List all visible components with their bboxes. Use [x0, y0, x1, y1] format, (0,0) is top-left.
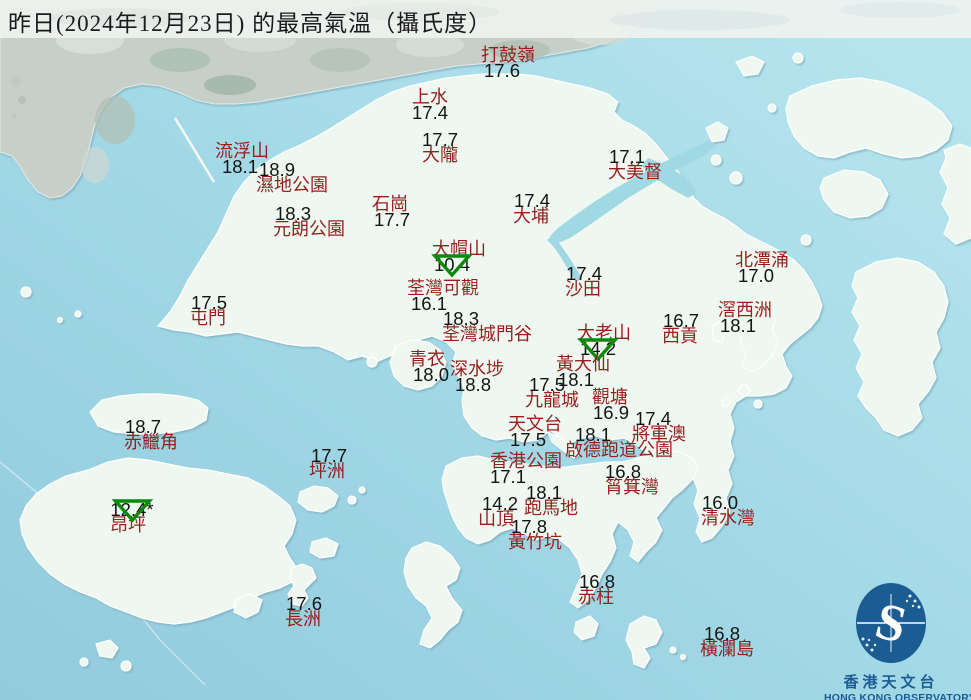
station: 石崗 17.7: [372, 195, 411, 230]
station: 16.7 西貢: [662, 310, 700, 345]
station-value: 17.1: [608, 146, 645, 167]
logo-name-zh: 香港天文台: [843, 675, 939, 691]
station: 17.4 沙田: [565, 263, 603, 298]
station-value: 18.7: [124, 416, 161, 437]
station-value: 16.7: [662, 310, 700, 331]
station-name: 大隴: [421, 145, 458, 165]
station-value: 17.0: [737, 265, 774, 286]
station: 荃灣可觀 16.1: [407, 279, 479, 313]
station: 18.3 元朗公園: [273, 204, 345, 238]
station-value: 18.1: [719, 315, 756, 336]
station-value: 17.7: [373, 209, 411, 230]
station-value: 16.8: [578, 571, 616, 592]
station-value: 18.3: [442, 308, 479, 329]
station: 大老山 14.2: [577, 324, 631, 362]
hko-max-temperature-map: 昨日(2024年12月23日) 的最高氣溫（攝氏度） 打鼓嶺 17.6 上水 17.4…: [0, 0, 971, 700]
station: 北潭涌 17.0: [735, 251, 789, 285]
station-value: 17.4: [411, 102, 449, 123]
station: 17.6 長洲: [285, 593, 323, 628]
station: 17.5 屯門: [190, 292, 228, 327]
station: 17.5 九龍城: [525, 375, 579, 409]
station-value: 17.4: [513, 190, 551, 211]
station-value: 14.2: [481, 493, 519, 514]
station-value: 17.4: [565, 263, 603, 284]
station: 打鼓嶺 17.6: [481, 46, 535, 80]
station: 16.0 清水灣: [701, 493, 755, 527]
station: 17.8 黃竹坑: [508, 517, 562, 551]
station: 青衣 18.0: [409, 350, 449, 384]
station-value: 17.4: [634, 408, 671, 429]
station-value: 18.1: [574, 424, 611, 445]
station: 17.4 大埔: [513, 190, 551, 225]
station-value: 16.9: [592, 402, 630, 423]
station-value: 16.8: [703, 623, 740, 644]
station-value: 12.4*: [110, 499, 154, 520]
station-value: 16.8: [604, 461, 641, 482]
station: 17.7 坪洲: [309, 445, 348, 480]
station: 觀塘 16.9: [592, 388, 630, 423]
station-value: 18.8: [454, 374, 491, 395]
station: 12.4* 昂坪: [106, 499, 154, 534]
station: 18.1 跑馬地: [524, 483, 578, 517]
station: 18.1 啟德跑道公園: [565, 425, 673, 459]
station: 深水埗 18.8: [450, 360, 504, 394]
station: 16.8 筲箕灣: [605, 462, 659, 496]
station-value: 17.8: [510, 516, 547, 537]
station-value: 18.3: [274, 203, 311, 224]
station: 16.8 赤柱: [578, 571, 616, 606]
station-value: 17.6: [285, 593, 323, 614]
station-value: 18.9: [258, 159, 295, 180]
station: 17.7 大隴: [421, 130, 458, 165]
station: 滘西洲 18.1: [718, 301, 772, 335]
station-value: 18.1: [525, 482, 562, 503]
station-value: 18.0: [412, 364, 450, 385]
hko-logo: S 香港天文台 HONG KONG OBSERVATORY: [824, 582, 971, 700]
station-value: 10.4: [433, 254, 470, 275]
station: 18.9 濕地公園: [256, 160, 328, 194]
station-value: 17.5: [190, 292, 228, 313]
station: 18.7 赤鱲角: [124, 417, 178, 451]
logo-name-en: HONG KONG OBSERVATORY: [824, 692, 971, 700]
station: 大帽山 10.4: [431, 240, 486, 278]
station-value: 16.0: [701, 492, 738, 513]
station-value: 17.6: [483, 60, 520, 81]
hko-logo-symbol-icon: S: [856, 583, 926, 663]
station: 上水 17.4: [411, 88, 449, 123]
station: 18.3 荃灣城門谷: [442, 309, 532, 343]
station: 16.8 橫瀾島: [700, 624, 754, 658]
station: 香港公園 17.1: [490, 452, 562, 486]
station-value: 17.5: [528, 374, 565, 395]
station-value: 17.7: [310, 445, 348, 466]
station: 17.1 大美督: [608, 147, 662, 181]
